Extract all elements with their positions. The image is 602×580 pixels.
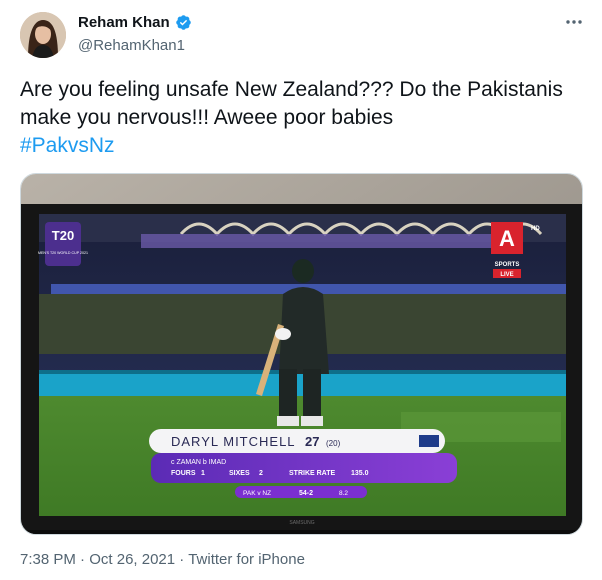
more-options-icon[interactable] xyxy=(564,14,584,30)
tv-photo: T20 MEN'S T20 WORLD CUP 2021 A HD SPORTS… xyxy=(21,174,582,534)
fours-label: FOURS xyxy=(171,470,196,477)
t20-world-cup-logo: T20 MEN'S T20 WORLD CUP 2021 xyxy=(38,222,88,266)
tv-brand: SAMSUNG xyxy=(289,520,314,526)
verified-badge-icon xyxy=(175,15,191,30)
fours-value: 1 xyxy=(201,470,205,477)
nz-flag-icon xyxy=(419,435,439,447)
channel-hd: HD xyxy=(531,226,540,232)
tv-screen: T20 MEN'S T20 WORLD CUP 2021 A HD SPORTS… xyxy=(38,214,566,516)
hashtag-link[interactable]: #PakvsNz xyxy=(20,134,115,157)
tweet-text: Are you feeling unsafe New Zealand??? Do… xyxy=(20,76,585,160)
sixes-label: SIXES xyxy=(229,470,250,477)
strike-rate-value: 135.0 xyxy=(351,470,369,477)
author-display-name[interactable]: Reham Khan xyxy=(78,14,170,31)
avatar-image xyxy=(20,12,66,58)
author-handle[interactable]: @RehamKhan1 xyxy=(78,37,185,54)
tweet-time[interactable]: 7:38 PM xyxy=(20,551,76,568)
tweet-meta: 7:38 PM · Oct 26, 2021 · Twitter for iPh… xyxy=(20,551,305,568)
channel-name: SPORTS xyxy=(495,262,520,268)
tweet-card: Reham Khan @RehamKhan1 Are you feeling u… xyxy=(0,0,602,580)
tweet-photo[interactable]: T20 MEN'S T20 WORLD CUP 2021 A HD SPORTS… xyxy=(20,173,583,535)
author-name-row: Reham Khan xyxy=(78,14,192,31)
match-score: 54-2 xyxy=(299,490,313,497)
match-overs: 8.2 xyxy=(339,490,348,497)
batter-runs: 27 xyxy=(305,434,319,449)
dismissal-text: c ZAMAN b IMAD xyxy=(171,459,226,466)
meta-separator: · xyxy=(75,551,90,568)
tweet-date[interactable]: Oct 26, 2021 xyxy=(89,551,175,568)
match-label: PAK v NZ xyxy=(243,490,271,497)
channel-live: LIVE xyxy=(500,272,513,278)
channel-letter: A xyxy=(499,226,515,251)
tweet-body: Are you feeling unsafe New Zealand??? Do… xyxy=(20,78,563,129)
sixes-value: 2 xyxy=(259,470,263,477)
batter-name: DARYL MITCHELL xyxy=(171,434,296,449)
strike-rate-label: STRIKE RATE xyxy=(289,470,335,477)
t20-logo-text: T20 xyxy=(52,228,74,243)
tweet-source[interactable]: Twitter for iPhone xyxy=(188,551,305,568)
avatar[interactable] xyxy=(20,12,66,58)
batter-balls: (20) xyxy=(326,439,341,448)
t20-logo-subtext: MEN'S T20 WORLD CUP 2021 xyxy=(38,251,88,255)
meta-separator: · xyxy=(175,551,189,568)
